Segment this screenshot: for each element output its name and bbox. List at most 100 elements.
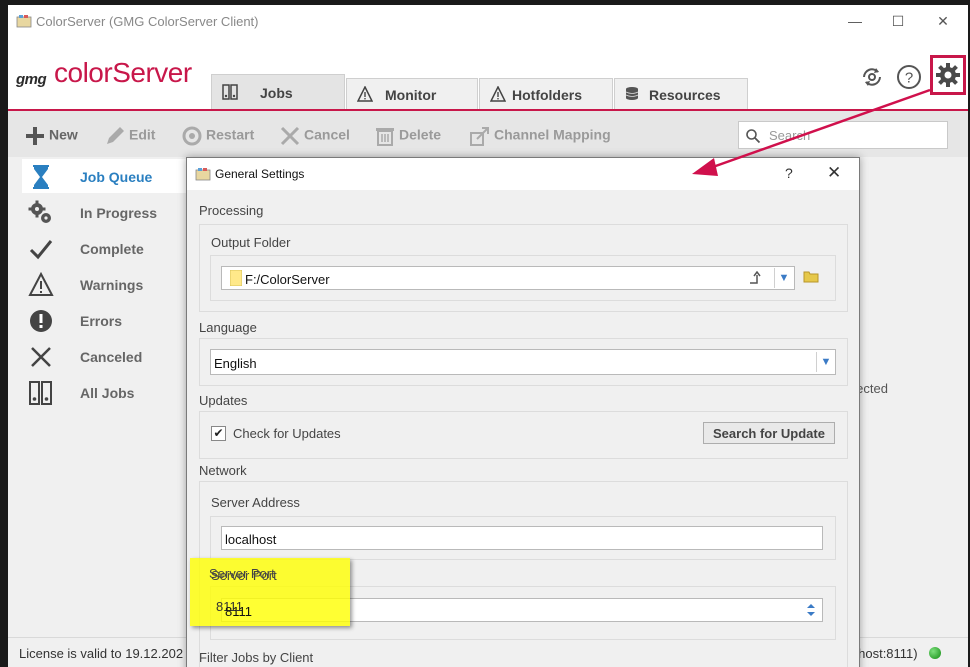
connection-ok-icon bbox=[929, 647, 941, 659]
processing-group: Output Folder F:/ColorServer ▼ bbox=[199, 224, 848, 312]
sidebar-item-label: Canceled bbox=[80, 349, 143, 365]
edit-label: Edit bbox=[129, 126, 156, 143]
x-icon bbox=[31, 347, 51, 367]
language-dropdown-icon[interactable]: ▼ bbox=[816, 352, 835, 372]
check-updates-label: Check for Updates bbox=[233, 426, 341, 441]
title-bar: ColorServer (GMG ColorServer Client) — ☐… bbox=[8, 5, 968, 37]
app-icon bbox=[195, 168, 211, 181]
restart-icon bbox=[182, 126, 202, 146]
sidebar-item-label: Errors bbox=[80, 313, 123, 329]
channel-mapping-label: Channel Mapping bbox=[494, 126, 611, 143]
output-folder-row: F:/ColorServer ▼ bbox=[210, 255, 836, 301]
sidebar-item-label: In Progress bbox=[80, 205, 158, 221]
delete-label: Delete bbox=[399, 126, 442, 143]
search-placeholder: Search bbox=[769, 128, 811, 143]
output-folder-dropdown-icon[interactable]: ▼ bbox=[774, 268, 793, 288]
license-status: License is valid to 19.12.202 bbox=[19, 646, 184, 661]
language-value: English bbox=[214, 356, 257, 371]
sidebar-item-label: Complete bbox=[80, 241, 144, 257]
tab-jobs-label: Jobs bbox=[260, 85, 293, 101]
sidebar-item-errors[interactable]: Errors bbox=[22, 303, 192, 337]
gears-icon bbox=[28, 200, 51, 223]
channel-mapping-button[interactable]: Channel Mapping bbox=[469, 125, 611, 147]
trash-icon bbox=[376, 128, 394, 146]
restart-label: Restart bbox=[206, 126, 255, 143]
logo-prefix: gmg bbox=[16, 71, 47, 88]
language-group: English ▼ bbox=[199, 338, 848, 386]
maximize-button[interactable]: ☐ bbox=[888, 11, 908, 31]
dialog-title-bar: General Settings ? ✕ bbox=[187, 158, 859, 190]
sidebar-item-all-jobs[interactable]: All Jobs bbox=[22, 375, 192, 409]
warning-icon bbox=[28, 272, 54, 296]
x-icon bbox=[280, 126, 300, 146]
close-button[interactable]: ✕ bbox=[933, 11, 953, 31]
sidebar-item-complete[interactable]: Complete bbox=[22, 231, 192, 265]
updates-section-label: Updates bbox=[199, 393, 248, 408]
sidebar-item-job-queue[interactable]: Job Queue bbox=[22, 159, 192, 193]
svg-text:?: ? bbox=[905, 70, 913, 87]
jobs-icon bbox=[222, 84, 238, 100]
output-folder-label: Output Folder bbox=[211, 235, 291, 250]
delete-button[interactable]: Delete bbox=[374, 125, 441, 147]
processing-section-label: Processing bbox=[199, 203, 264, 218]
folder-icon bbox=[230, 270, 242, 286]
stepper-arrows-icon[interactable] bbox=[802, 601, 820, 619]
tab-hotfolders-label: Hotfolders bbox=[512, 87, 582, 103]
search-icon bbox=[746, 129, 761, 144]
jobs-toolbar: New Edit Restart Cancel Delete Channel M… bbox=[8, 111, 968, 157]
updates-group: ✔ Check for Updates Search for Update bbox=[199, 411, 848, 459]
tab-hotfolders[interactable]: Hotfolders bbox=[479, 78, 613, 109]
tab-resources[interactable]: Resources bbox=[614, 78, 748, 109]
error-icon bbox=[30, 310, 52, 332]
dialog-title: General Settings bbox=[215, 167, 305, 181]
new-label: New bbox=[49, 126, 78, 143]
server-port-value: 8111 bbox=[225, 604, 252, 619]
sidebar-item-label: All Jobs bbox=[80, 385, 135, 401]
new-button[interactable]: New bbox=[24, 125, 78, 147]
search-for-update-button[interactable]: Search for Update bbox=[703, 422, 835, 444]
output-folder-field[interactable]: F:/ColorServer ▼ bbox=[221, 266, 795, 290]
tab-monitor-label: Monitor bbox=[385, 87, 437, 103]
sidebar-item-warnings[interactable]: Warnings bbox=[22, 267, 192, 301]
network-section-label: Network bbox=[199, 463, 247, 478]
search-box[interactable]: Search bbox=[738, 121, 948, 149]
go-up-icon[interactable] bbox=[748, 271, 762, 285]
sidebar-item-in-progress[interactable]: In Progress bbox=[22, 195, 192, 229]
database-icon bbox=[625, 87, 639, 100]
hourglass-icon bbox=[33, 165, 49, 189]
output-folder-value: F:/ColorServer bbox=[245, 272, 330, 287]
edit-button[interactable]: Edit bbox=[104, 125, 155, 147]
server-address-input[interactable]: localhost bbox=[221, 526, 823, 550]
restart-button[interactable]: Restart bbox=[181, 125, 254, 147]
warning-icon bbox=[357, 86, 373, 102]
tab-jobs[interactable]: Jobs bbox=[211, 74, 345, 110]
dialog-help-button[interactable]: ? bbox=[785, 165, 793, 181]
window-title: ColorServer (GMG ColorServer Client) bbox=[36, 14, 259, 29]
dialog-close-button[interactable]: ✕ bbox=[827, 163, 841, 183]
plus-icon bbox=[26, 127, 44, 145]
language-select[interactable]: English ▼ bbox=[210, 349, 836, 375]
filter-jobs-label: Filter Jobs by Client bbox=[199, 650, 314, 665]
server-address-row: localhost bbox=[210, 516, 836, 560]
minimize-button[interactable]: — bbox=[845, 11, 865, 31]
app-window: ColorServer (GMG ColorServer Client) — ☐… bbox=[8, 5, 968, 667]
app-icon bbox=[16, 15, 32, 28]
sidebar-item-canceled[interactable]: Canceled bbox=[22, 339, 192, 373]
settings-gear-icon[interactable] bbox=[935, 62, 961, 88]
check-updates-checkbox[interactable]: ✔ bbox=[211, 426, 226, 441]
language-section-label: Language bbox=[199, 320, 257, 335]
server-address-label: Server Address bbox=[211, 495, 300, 510]
tab-monitor[interactable]: Monitor bbox=[346, 78, 478, 109]
browse-folder-icon[interactable] bbox=[803, 269, 819, 283]
pencil-icon bbox=[107, 127, 124, 144]
server-address-value: localhost bbox=[225, 532, 277, 547]
sidebar-item-label: Job Queue bbox=[80, 169, 153, 185]
cancel-button[interactable]: Cancel bbox=[279, 125, 350, 147]
tab-resources-label: Resources bbox=[649, 87, 721, 103]
help-icon[interactable]: ? bbox=[896, 64, 922, 90]
checkmark-icon bbox=[29, 240, 53, 260]
sync-icon[interactable] bbox=[859, 64, 885, 90]
channel-mapping-icon bbox=[470, 127, 489, 146]
jobs-icon bbox=[29, 381, 52, 405]
sidebar-item-label: Warnings bbox=[80, 277, 144, 293]
